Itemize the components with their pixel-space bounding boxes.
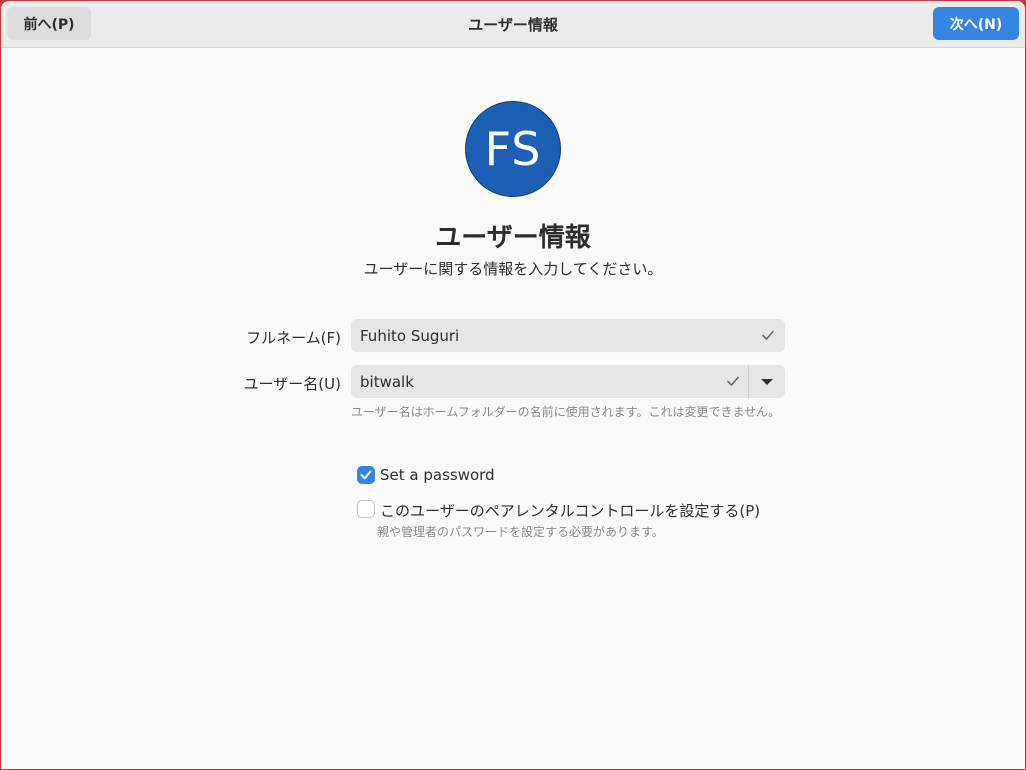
username-hint: ユーザー名はホームフォルダーの名前に使用されます。これは変更できません。: [351, 405, 781, 419]
checkmark-icon: [360, 470, 372, 480]
fullname-label: フルネーム(F): [246, 329, 341, 347]
header-title: ユーザー情報: [468, 16, 558, 34]
next-button[interactable]: 次へ(N): [933, 7, 1019, 40]
username-label: ユーザー名(U): [243, 375, 341, 393]
page-subtitle: ユーザーに関する情報を入力してください。: [363, 260, 663, 278]
parental-controls-hint: 親や管理者のパスワードを設定する必要があります。: [377, 525, 664, 539]
checkmark-icon: [727, 376, 739, 386]
fullname-input[interactable]: [351, 319, 751, 352]
checkmark-icon: [762, 330, 774, 340]
setup-window: 前へ(P) ユーザー情報 次へ(N) FS ユーザー情報 ユーザーに関する情報を…: [1, 1, 1025, 769]
username-input[interactable]: [351, 365, 716, 398]
chevron-down-icon: [761, 378, 773, 385]
username-combo: [351, 365, 785, 398]
page-title: ユーザー情報: [435, 223, 591, 253]
set-password-label[interactable]: Set a password: [380, 466, 495, 484]
header-bar: 前へ(P) ユーザー情報 次へ(N): [1, 1, 1025, 48]
fullname-entry: [351, 319, 785, 352]
set-password-checkbox[interactable]: [357, 466, 375, 484]
avatar[interactable]: FS: [465, 101, 561, 197]
parental-controls-checkbox[interactable]: [357, 500, 375, 518]
username-dropdown-button[interactable]: [749, 365, 785, 398]
avatar-initials: FS: [484, 122, 542, 176]
parental-controls-label[interactable]: このユーザーのペアレンタルコントロールを設定する(P): [380, 500, 760, 521]
